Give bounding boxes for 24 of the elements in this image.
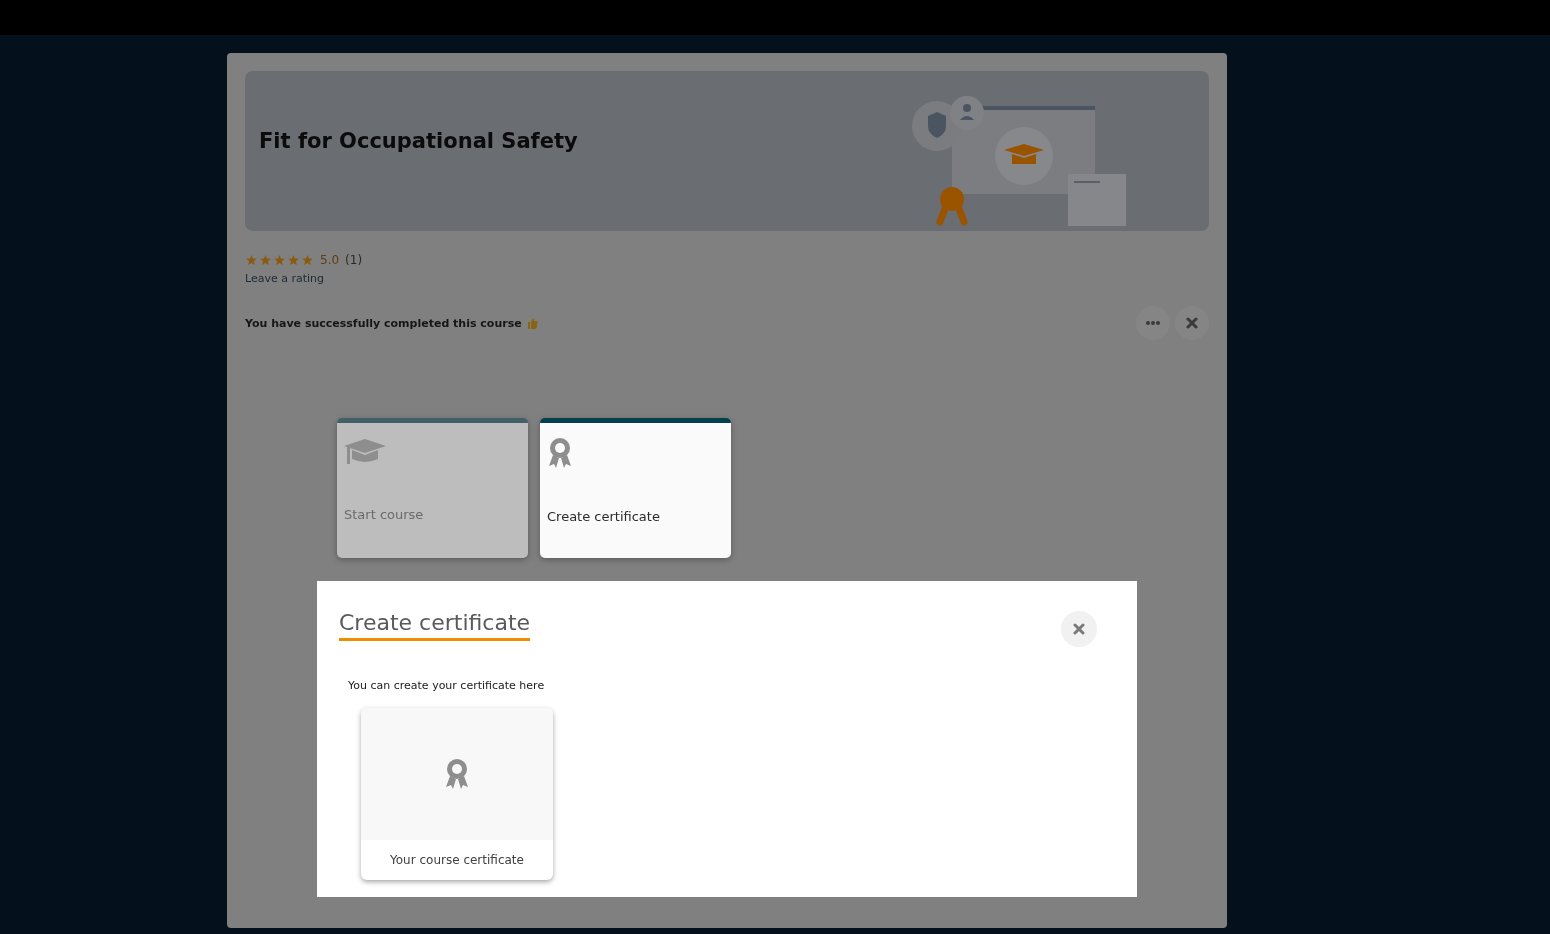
more-options-button[interactable]	[1136, 306, 1170, 340]
rating-value: 5.0	[320, 253, 340, 267]
completion-message: You have successfully completed this course	[245, 316, 522, 330]
award-ribbon-icon	[547, 437, 573, 469]
course-title: Fit for Occupational Safety	[259, 129, 578, 153]
star-icon	[301, 254, 314, 266]
star-icon	[245, 254, 258, 266]
star-icon	[259, 254, 272, 266]
dialog-close-button[interactable]	[1061, 611, 1097, 647]
star-icon	[273, 254, 286, 266]
award-ribbon-icon	[444, 757, 470, 791]
certificate-card[interactable]: Your course certificate	[361, 708, 553, 880]
more-icon	[1146, 321, 1160, 325]
dialog-title: Create certificate	[339, 610, 531, 641]
star-icon	[287, 254, 300, 266]
thumbs-up-icon	[526, 317, 538, 329]
dialog-description: You can create your certificate here	[348, 679, 546, 692]
close-icon	[1186, 317, 1198, 329]
close-icon	[1073, 623, 1085, 635]
graduation-cap-icon	[344, 437, 386, 467]
rating-count: (1)	[345, 253, 363, 267]
action-tile[interactable]: Create certificate	[540, 418, 731, 558]
close-button[interactable]	[1175, 306, 1209, 340]
leave-rating-link[interactable]: Leave a rating	[245, 272, 325, 285]
